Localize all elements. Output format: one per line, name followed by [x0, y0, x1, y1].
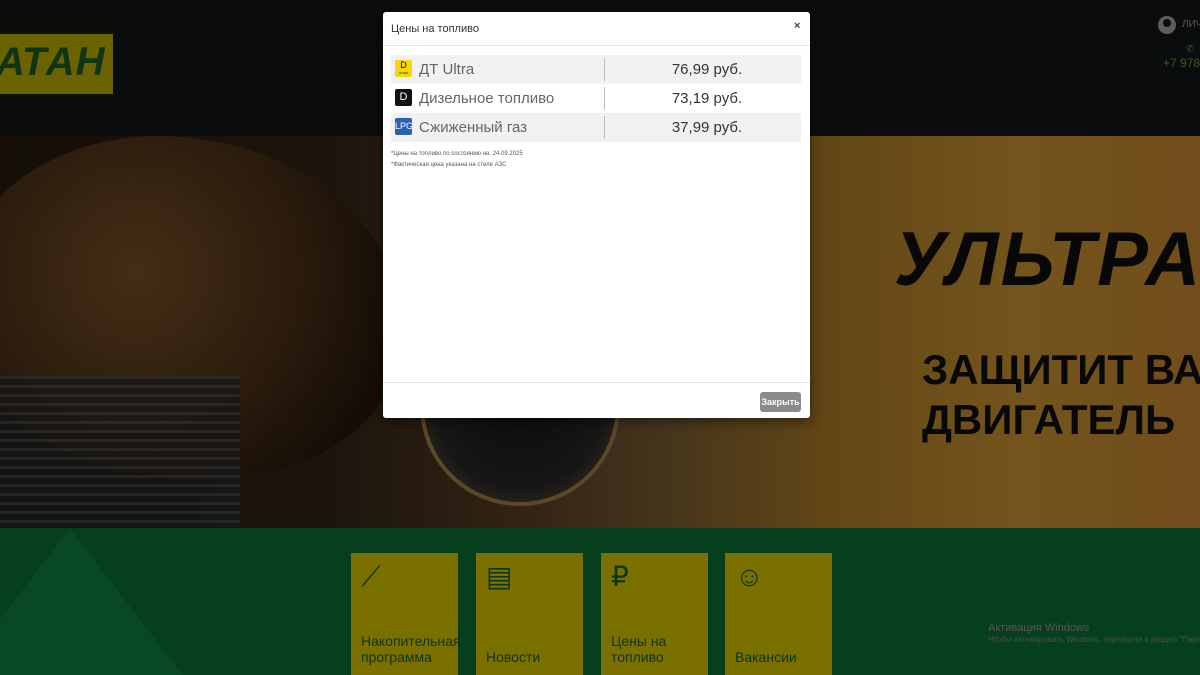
- column-divider: [604, 58, 605, 81]
- table-row: LPG Сжиженный газ 37,99 руб.: [391, 113, 801, 142]
- column-divider: [604, 87, 605, 110]
- fuel-name: Сжиженный газ: [419, 119, 528, 136]
- fuel-price: 37,99 руб.: [671, 119, 743, 136]
- price-date-note: *Цены на топливо по состоянию на: 24.09.…: [391, 151, 523, 157]
- actual-price-note: *Фактическая цена указана на стеле АЗС: [391, 162, 507, 168]
- close-icon[interactable]: ×: [794, 20, 800, 32]
- column-divider: [604, 116, 605, 139]
- modal-header: Цены на топливо ×: [383, 12, 810, 46]
- modal-footer: Закрыть: [383, 382, 810, 418]
- fuel-prices-modal: Цены на топливо × D ULTRA ДТ Ultra 76,99…: [383, 12, 810, 418]
- diesel-badge-icon: D: [395, 89, 412, 106]
- table-row: D Дизельное топливо 73,19 руб.: [391, 84, 801, 113]
- diesel-ultra-badge-icon: D ULTRA: [395, 60, 412, 77]
- modal-title: Цены на топливо: [391, 23, 479, 35]
- fuel-price-table: D ULTRA ДТ Ultra 76,99 руб. D Дизельное …: [391, 55, 801, 142]
- table-row: D ULTRA ДТ Ultra 76,99 руб.: [391, 55, 801, 84]
- lpg-badge-icon: LPG: [395, 118, 413, 135]
- fuel-price: 73,19 руб.: [671, 90, 743, 107]
- fuel-name: Дизельное топливо: [419, 90, 555, 107]
- fuel-price: 76,99 руб.: [671, 61, 743, 78]
- close-button[interactable]: Закрыть: [760, 392, 801, 412]
- fuel-name: ДТ Ultra: [419, 61, 475, 78]
